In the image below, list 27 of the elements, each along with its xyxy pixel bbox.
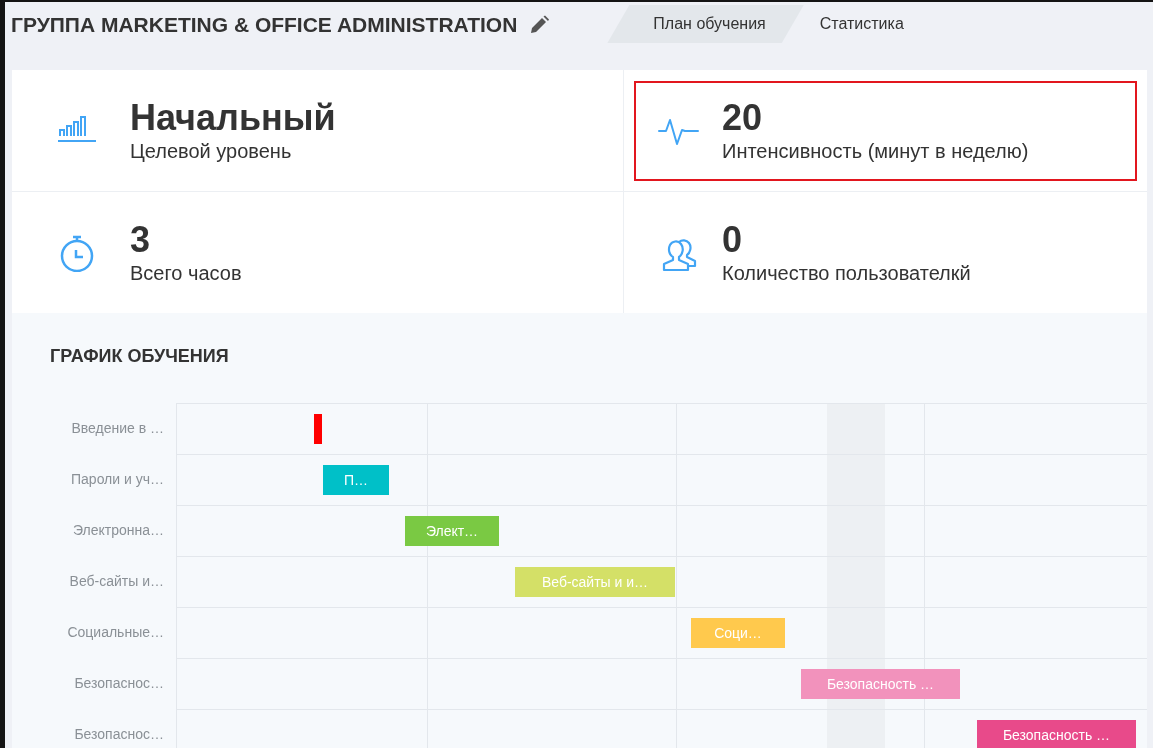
task-bar[interactable]: Безопасность …: [801, 669, 960, 699]
tab[interactable]: Статистика: [803, 5, 942, 43]
row-label: Веб-сайты и…: [68, 572, 165, 591]
row-label: Социальные…: [66, 623, 165, 642]
task-bar[interactable]: Веб-сайты и и…: [515, 567, 675, 597]
task-bar[interactable]: П…: [323, 465, 389, 495]
section-title: ГРАФИК ОБУЧЕНИЯ: [50, 346, 230, 367]
task-bar[interactable]: Безопасность …: [977, 720, 1136, 748]
stopwatch-icon: [59, 233, 95, 272]
stat-value: Начальный: [130, 97, 336, 138]
stat-label: Интенсивность (минут в неделю): [722, 138, 1029, 164]
stat-label: Всего часов: [130, 260, 242, 286]
task-bar[interactable]: Соци…: [691, 618, 785, 648]
row-label: Электронна…: [71, 521, 165, 540]
row-label: Безопаснос…: [73, 674, 165, 693]
stat-value: 20: [722, 97, 764, 138]
stat-value: 3: [130, 219, 152, 260]
stat-label: Целевой уровень: [130, 138, 293, 164]
group-title: ГРУППА MARKETING & OFFICE ADMINISTRATION: [11, 13, 518, 37]
stat-label: Количество пользователкй: [722, 260, 971, 286]
tab[interactable]: План обучения: [607, 5, 804, 43]
pencil-icon[interactable]: [529, 15, 550, 35]
row-label: Безопаснос…: [73, 725, 165, 744]
row-label: Пароли и уч…: [70, 470, 165, 489]
stat-value: 0: [722, 219, 744, 260]
task-bar[interactable]: Элект…: [405, 516, 499, 546]
row-label: Введение в …: [70, 419, 165, 438]
